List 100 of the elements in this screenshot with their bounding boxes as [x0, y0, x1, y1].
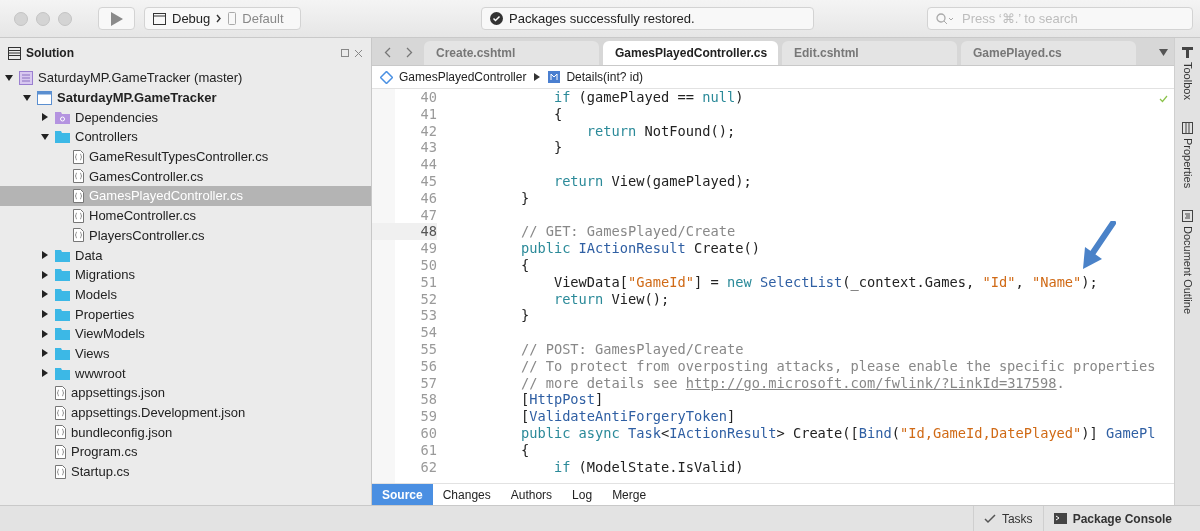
line-number: 57	[419, 374, 437, 392]
configuration-label: Debug	[172, 11, 211, 26]
line-number: 40	[419, 89, 437, 106]
tree-item[interactable]: Data	[0, 245, 371, 265]
view-tab[interactable]: Authors	[500, 484, 563, 505]
tree-item[interactable]: Program.cs	[0, 442, 371, 462]
tree-item[interactable]: Startup.cs	[0, 461, 371, 482]
search-input[interactable]: Press ‘⌘.’ to search	[960, 10, 1184, 27]
code-line: {	[519, 441, 530, 459]
line-number: 44	[419, 156, 437, 173]
view-tab[interactable]: Changes	[432, 484, 501, 505]
code-line: // GET: GamesPlayed/Create	[519, 223, 736, 241]
close-icon[interactable]	[354, 48, 363, 58]
run-button[interactable]	[98, 7, 135, 30]
line-number: 47	[419, 206, 437, 224]
checkmark-icon	[1159, 95, 1168, 103]
line-number: 41	[419, 105, 437, 123]
collapse-triangle-icon[interactable]	[40, 132, 50, 141]
editor-tab[interactable]: GamePlayed.cs	[961, 41, 1136, 65]
chevron-right-icon	[405, 46, 413, 58]
tree-item[interactable]: wwwroot	[0, 363, 371, 383]
code-line: }	[552, 139, 563, 157]
tree-item[interactable]: GameResultTypesController.cs	[0, 146, 371, 167]
class-icon	[380, 70, 393, 84]
collapse-triangle-icon[interactable]	[4, 73, 14, 82]
code-line: [ValidateAntiForgeryToken]	[519, 408, 736, 425]
line-number: 50	[419, 256, 437, 274]
code-line: if (ModelState.IsValid)	[552, 458, 744, 476]
tree-item[interactable]: bundleconfig.json	[0, 422, 371, 443]
status-bar-button[interactable]: Package Console	[1042, 506, 1182, 531]
file-icon	[55, 425, 66, 440]
code-line: public async Task<IActionResult> Create([Bind("Id,GameId,DatePlayed")] GamePl	[519, 424, 1156, 442]
tab-label: Edit.cshtml	[794, 46, 859, 60]
code-line: }	[519, 307, 530, 325]
folder-icon	[55, 287, 70, 301]
triangle-right-icon	[534, 73, 541, 81]
editor-tab[interactable]: Edit.cshtml	[782, 41, 957, 65]
editor-tab[interactable]: Create.cshtml	[424, 41, 599, 65]
collapse-triangle-icon[interactable]	[22, 93, 32, 102]
tree-item[interactable]: appsettings.json	[0, 383, 371, 403]
code-line: {	[552, 105, 563, 123]
code-line: // POST: GamesPlayed/Create	[519, 340, 744, 358]
tree-item[interactable]: Controllers	[0, 127, 371, 147]
phone-icon	[228, 12, 237, 25]
file-icon	[55, 464, 66, 479]
tree-item[interactable]: Migrations	[0, 264, 371, 285]
line-number: 45	[419, 173, 437, 190]
view-tab[interactable]: Merge	[602, 484, 657, 505]
code-link[interactable]: http://go.microsoft.com/fwlink/?LinkId=317598	[685, 374, 1057, 391]
tree-item[interactable]: Dependencies	[0, 107, 371, 128]
pad-tab[interactable]: Document Outline	[1181, 226, 1194, 315]
line-number: 54	[419, 324, 437, 341]
tree-item[interactable]: GamesController.cs	[0, 166, 371, 187]
pad-tab[interactable]: Properties	[1181, 137, 1194, 189]
folder-icon	[55, 130, 70, 144]
arrow-icon	[1080, 221, 1116, 271]
folder-icon	[55, 307, 70, 321]
editor-tab[interactable]: GamesPlayedController.cs	[603, 41, 778, 65]
line-number: 42	[419, 122, 437, 140]
maximize-pad-icon[interactable]	[341, 49, 349, 57]
tree-item[interactable]: SaturdayMP.GameTracker (master)	[0, 68, 371, 88]
tree-item[interactable]: appsettings.Development.json	[0, 402, 371, 423]
expand-triangle-icon[interactable]	[40, 113, 50, 122]
tree-item[interactable]: Views	[0, 343, 371, 364]
expand-triangle-icon[interactable]	[40, 349, 50, 358]
folder-icon	[55, 268, 70, 282]
code-line: // To protect from overposting attacks, please enable the specific properties	[519, 357, 1156, 375]
tree-item[interactable]: HomeController.cs	[0, 205, 371, 226]
project-icon	[37, 90, 52, 105]
file-icon	[73, 188, 84, 203]
tree-item[interactable]: SaturdayMP.GameTracker	[0, 87, 371, 108]
tab-label: Create.cshtml	[436, 46, 516, 60]
configuration-selector[interactable]: Debug Default	[144, 7, 301, 30]
expand-triangle-icon[interactable]	[40, 369, 50, 378]
status-bar-button[interactable]: Tasks	[972, 506, 1043, 531]
file-icon	[55, 405, 66, 420]
file-icon	[73, 208, 84, 223]
breadcrumb-item[interactable]: GamesPlayedController	[380, 70, 527, 84]
code-line: }	[519, 189, 530, 207]
outline-icon	[1182, 210, 1193, 223]
line-number: 43	[419, 139, 437, 157]
file-icon	[73, 149, 84, 164]
tree-item[interactable]: Properties	[0, 304, 371, 324]
line-number: 58	[419, 391, 437, 409]
pad-tab[interactable]: Toolbox	[1181, 62, 1194, 100]
code-line: return NotFound();	[585, 122, 736, 140]
line-number: 61	[419, 441, 437, 459]
status-message: Packages successfully restored.	[509, 11, 695, 26]
line-number: 48	[372, 223, 437, 241]
checkmark-circle-icon	[490, 12, 503, 25]
folder-icon	[55, 327, 70, 341]
hammer-icon	[1182, 46, 1193, 58]
tree-item[interactable]: PlayersController.cs	[0, 225, 371, 246]
tree-item[interactable]: ViewModels	[0, 323, 371, 344]
view-tab[interactable]: Log	[562, 484, 603, 505]
file-icon	[73, 169, 84, 184]
tree-item[interactable]: Models	[0, 284, 371, 305]
expand-triangle-icon[interactable]	[40, 290, 50, 299]
search-field[interactable]: Press ‘⌘.’ to search	[927, 7, 1193, 30]
breadcrumb-item[interactable]: Details(int? id)	[548, 70, 644, 84]
